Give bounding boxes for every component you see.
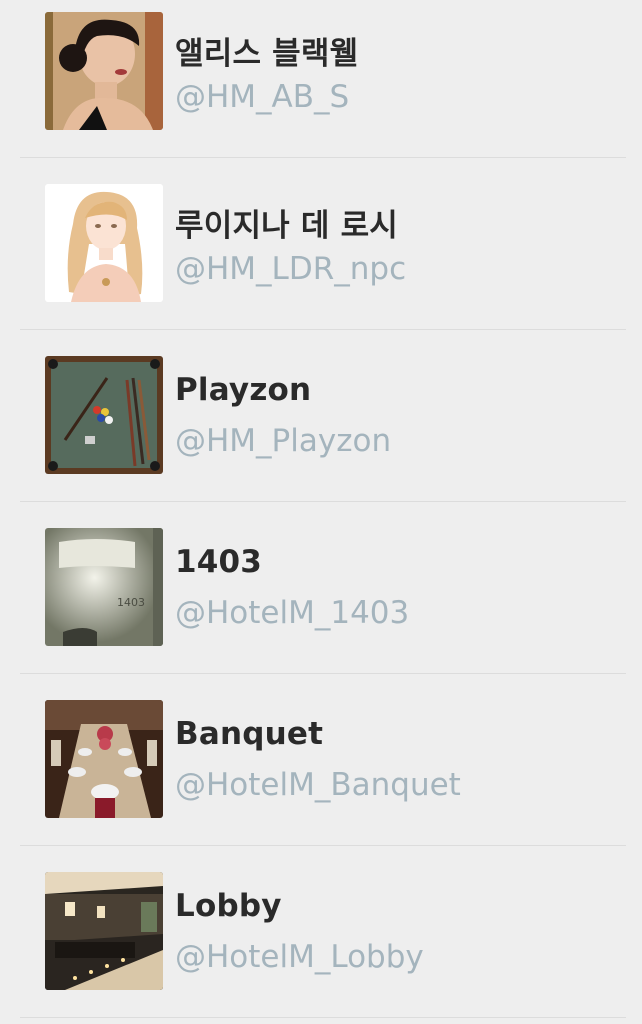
banquet-table-avatar[interactable] [45,700,163,818]
portrait-dark-hair-avatar[interactable] [45,12,163,130]
avatar-image [45,12,163,130]
account-handle: @HM_Playzon [175,423,392,459]
avatar-image [45,184,163,302]
list-item-account[interactable]: 1403 1403 @HotelM_1403 [0,502,642,674]
account-handle: @HM_LDR_npc [175,251,407,287]
avatar-image [45,356,163,474]
avatar-image [45,872,163,990]
list-item-account[interactable]: 루이지나 데 로시 @HM_LDR_npc [0,158,642,330]
list-item-account[interactable]: 앨리스 블랙웰 @HM_AB_S [0,0,642,158]
account-name: Playzon [175,372,312,408]
billiard-table-avatar[interactable] [45,356,163,474]
hotel-room-door-avatar[interactable]: 1403 [45,528,163,646]
account-name: 1403 [175,544,263,580]
avatar-image: 1403 [45,528,163,646]
hotel-lobby-avatar[interactable] [45,872,163,990]
list-item-account[interactable]: Playzon @HM_Playzon [0,330,642,502]
account-name: 앨리스 블랙웰 [175,36,359,72]
avatar-image [45,700,163,818]
list-item-account[interactable]: Banquet @HotelM_Banquet [0,674,642,846]
account-list: 앨리스 블랙웰 @HM_AB_S 루이지나 데 로시 @HM_LDR_npc P… [0,0,642,1018]
account-handle: @HotelM_Lobby [175,939,424,975]
account-handle: @HotelM_1403 [175,595,410,631]
room-number-text: 1403 [117,596,145,609]
list-item-account[interactable]: Lobby @HotelM_Lobby [0,846,642,1018]
account-name: Banquet [175,716,324,752]
account-name: 루이지나 데 로시 [175,208,399,244]
account-handle: @HM_AB_S [175,79,350,115]
account-name: Lobby [175,888,282,924]
account-handle: @HotelM_Banquet [175,767,461,803]
illustrated-blonde-girl-avatar[interactable] [45,184,163,302]
